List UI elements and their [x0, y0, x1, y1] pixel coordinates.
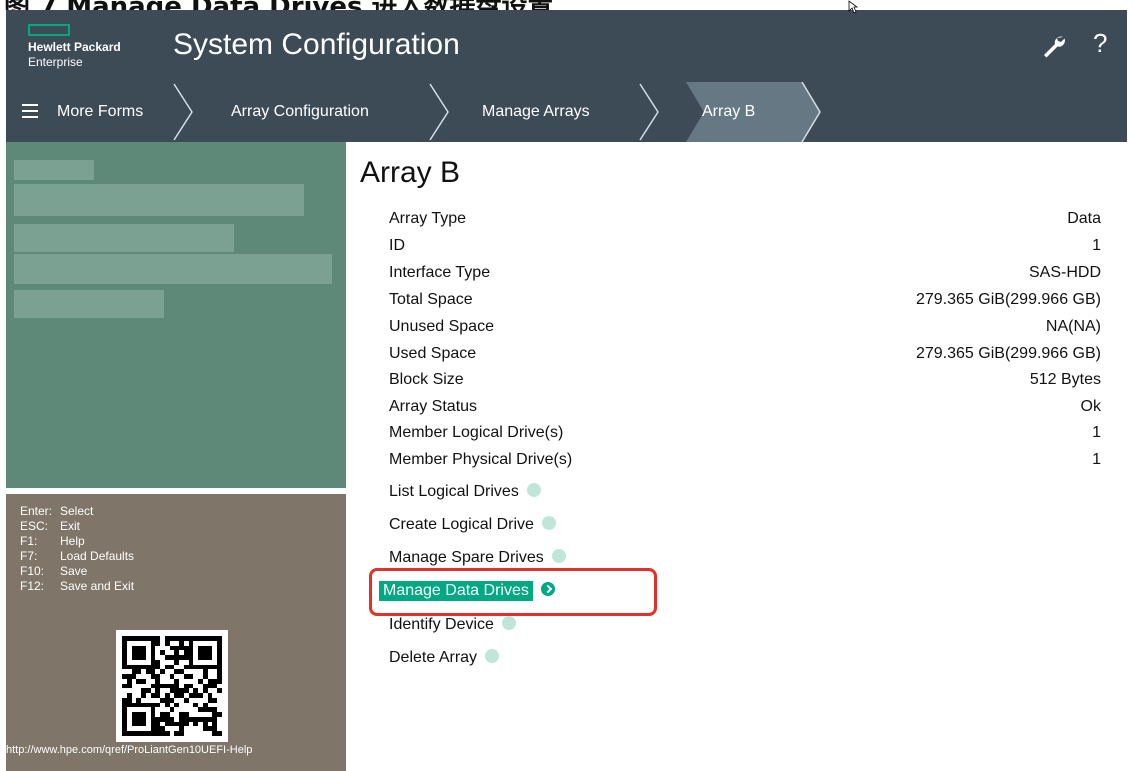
- page-title: Array B: [360, 156, 461, 189]
- key-action: Exit: [60, 519, 81, 533]
- key-label: ESC:: [20, 519, 49, 533]
- device-info-panel-redacted: [6, 142, 346, 488]
- action-label: Delete Array: [389, 649, 478, 666]
- property-label: Array Type: [389, 210, 467, 227]
- key-label: Enter:: [20, 504, 53, 518]
- key-row: F1: Help: [20, 534, 134, 549]
- property-label: Used Space: [389, 345, 477, 362]
- key-label: F10:: [20, 564, 45, 578]
- key-help-panel: Enter: Select ESC: Exit F1: Help F7: Load De…: [6, 494, 346, 771]
- property-row: Block Size 512 Bytes: [389, 371, 1101, 398]
- action-label: Manage Spare Drives: [389, 549, 544, 566]
- property-value: 512 Bytes: [1029, 371, 1101, 388]
- arrow-circle-icon: [551, 549, 566, 564]
- help-icon[interactable]: ?: [1093, 28, 1107, 59]
- property-row: Used Space 279.365 GiB(299.966 GB): [389, 345, 1101, 372]
- delete-array-link[interactable]: Delete Array: [389, 647, 500, 669]
- key-row: ESC: Exit: [20, 519, 134, 534]
- property-value: SAS-HDD: [1028, 264, 1101, 281]
- key-row: Enter: Select: [20, 504, 134, 519]
- property-label: Member Logical Drive(s): [389, 424, 564, 441]
- property-label: Interface Type: [389, 264, 491, 281]
- property-row: Array Type Data: [389, 210, 1101, 237]
- property-value: NA(NA): [1045, 318, 1101, 335]
- key-action: Save and Exit: [60, 579, 135, 593]
- create-logical-drive-link[interactable]: Create Logical Drive: [389, 514, 556, 536]
- arrow-circle-icon: [541, 516, 556, 531]
- property-value: 279.365 GiB(299.966 GB): [915, 345, 1101, 362]
- key-label: F12:: [20, 579, 45, 593]
- property-value: 1: [1092, 237, 1101, 254]
- list-logical-drives-link[interactable]: List Logical Drives: [389, 481, 541, 503]
- qr-code-icon: [116, 630, 228, 742]
- property-row: Unused Space NA(NA): [389, 318, 1101, 345]
- help-url[interactable]: http://www.hpe.com/qref/ProLiantGen10UEF…: [6, 744, 252, 756]
- breadcrumb-more-forms[interactable]: More Forms: [57, 82, 143, 142]
- arrow-circle-icon: [501, 616, 516, 631]
- app-title: System Configuration: [173, 28, 460, 61]
- property-row: ID 1: [389, 237, 1101, 264]
- cropped-caption-strip: 图 7 Manage Data Drives 进入数据盘设置: [0, 0, 1133, 10]
- manage-spare-drives-link[interactable]: Manage Spare Drives: [389, 547, 566, 569]
- property-value: Ok: [1080, 398, 1101, 415]
- property-value: 1: [1092, 451, 1101, 468]
- key-row: F7: Load Defaults: [20, 549, 134, 564]
- property-row: Array Status Ok: [389, 398, 1101, 425]
- property-row: Total Space 279.365 GiB(299.966 GB): [389, 291, 1101, 318]
- key-label: F7:: [20, 549, 38, 563]
- hpe-logo-mark: [28, 24, 70, 36]
- action-label: Identify Device: [389, 616, 494, 633]
- property-label: Unused Space: [389, 318, 494, 335]
- brand-subname: Enterprise: [28, 55, 83, 69]
- cropped-caption: 图 7 Manage Data Drives 进入数据盘设置: [4, 0, 554, 10]
- breadcrumb: More Forms Array Configuration Manage Ar…: [6, 82, 1127, 142]
- property-row: Interface Type SAS-HDD: [389, 264, 1101, 291]
- key-action: Select: [60, 504, 94, 518]
- action-label: Create Logical Drive: [389, 516, 534, 533]
- key-action: Save: [60, 564, 88, 578]
- key-label: F1:: [20, 534, 38, 548]
- property-label: Block Size: [389, 371, 464, 388]
- key-row: F12: Save and Exit: [20, 579, 134, 594]
- property-value: 279.365 GiB(299.966 GB): [915, 291, 1101, 308]
- key-action: Help: [60, 534, 85, 548]
- property-label: ID: [389, 237, 405, 254]
- wrench-icon[interactable]: [1041, 34, 1067, 60]
- property-label: Array Status: [389, 398, 478, 415]
- property-label: Total Space: [389, 291, 473, 308]
- app-header: Hewlett Packard Enterprise System Config…: [6, 10, 1127, 82]
- breadcrumb-array-configuration[interactable]: Array Configuration: [231, 82, 369, 142]
- key-bindings: Enter: Select ESC: Exit F1: Help F7: Load De…: [20, 504, 134, 594]
- hpe-logo: Hewlett Packard Enterprise: [28, 24, 158, 74]
- property-row: Member Logical Drive(s) 1: [389, 424, 1101, 451]
- hamburger-icon[interactable]: [22, 104, 38, 118]
- key-row: F10: Save: [20, 564, 134, 579]
- property-row: Member Physical Drive(s) 1: [389, 451, 1101, 478]
- key-action: Load Defaults: [60, 549, 135, 563]
- breadcrumb-manage-arrays[interactable]: Manage Arrays: [482, 82, 590, 142]
- breadcrumb-array-b[interactable]: Array B: [702, 82, 755, 142]
- brand-name: Hewlett Packard: [28, 40, 121, 54]
- property-label: Member Physical Drive(s): [389, 451, 573, 468]
- property-value: Data: [1067, 210, 1101, 227]
- annotation-highlight: [369, 568, 657, 616]
- arrow-circle-icon: [526, 483, 541, 498]
- property-value: 1: [1092, 424, 1101, 441]
- identify-device-link[interactable]: Identify Device: [389, 614, 516, 636]
- action-label: List Logical Drives: [389, 483, 519, 500]
- mouse-cursor-icon: [848, 0, 858, 14]
- main-content: Array B Array Type Data ID 1 Interface Typ…: [346, 142, 1127, 771]
- arrow-circle-icon: [485, 649, 500, 664]
